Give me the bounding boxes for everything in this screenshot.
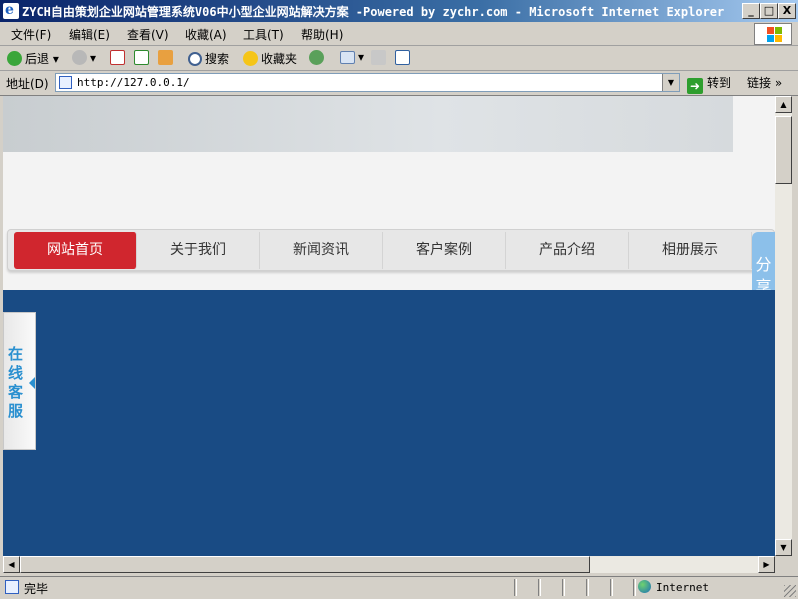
- back-arrow-icon: [7, 51, 22, 66]
- history-icon: [309, 50, 324, 65]
- vertical-scroll-thumb[interactable]: [775, 116, 792, 184]
- mail-icon: [340, 51, 355, 64]
- address-bar: 地址(D) http://127.0.0.1/ ▼ ➜ 转到 链接 »: [0, 70, 798, 96]
- history-button[interactable]: [309, 50, 327, 66]
- scroll-up-button[interactable]: ▲: [775, 96, 792, 113]
- scroll-down-button[interactable]: ▼: [775, 539, 792, 556]
- zone-label: Internet: [656, 581, 709, 594]
- edit-page-button[interactable]: [395, 50, 413, 66]
- favorites-label: 收藏夹: [261, 52, 298, 66]
- header-banner: [3, 96, 733, 152]
- go-button[interactable]: ➜ 转到: [687, 74, 731, 94]
- minimize-button[interactable]: _: [742, 3, 760, 19]
- main-banner: [3, 290, 775, 556]
- maximize-button[interactable]: □: [760, 3, 778, 19]
- ie-logo-icon: e: [3, 2, 19, 19]
- status-divider: [562, 579, 565, 596]
- back-label: 后退: [25, 52, 50, 66]
- site-nav: 网站首页 关于我们 新闻资讯 客户案例 产品介绍 相册展示: [7, 229, 775, 271]
- nav-home[interactable]: 网站首页: [14, 232, 137, 269]
- horizontal-scroll-thumb[interactable]: [20, 556, 590, 573]
- refresh-icon: [134, 50, 149, 65]
- status-text: 完毕: [24, 582, 49, 596]
- windows-logo-icon: [754, 23, 792, 45]
- print-icon: [371, 50, 386, 65]
- favorites-button[interactable]: 收藏夹: [243, 50, 297, 66]
- home-icon: [158, 50, 173, 65]
- address-dropdown-button[interactable]: ▼: [662, 74, 679, 91]
- stop-icon: [110, 50, 125, 65]
- nav-gallery[interactable]: 相册展示: [629, 232, 752, 269]
- refresh-button[interactable]: [134, 50, 152, 66]
- resize-grip[interactable]: [784, 585, 796, 597]
- menu-help[interactable]: 帮助(H): [301, 26, 343, 43]
- go-arrow-icon: ➜: [687, 78, 703, 94]
- edit-page-icon: [395, 50, 410, 65]
- menu-favorites[interactable]: 收藏(A): [185, 26, 227, 43]
- nav-about[interactable]: 关于我们: [137, 232, 260, 269]
- status-divider: [633, 579, 636, 596]
- status-bar: 完毕 Internet: [0, 576, 798, 599]
- online-service-panel[interactable]: 在线客服: [3, 312, 36, 450]
- status-divider: [538, 579, 541, 596]
- nav-cases[interactable]: 客户案例: [383, 232, 506, 269]
- status-divider: [610, 579, 613, 596]
- address-label: 地址(D): [6, 77, 49, 91]
- menu-edit[interactable]: 编辑(E): [69, 26, 110, 43]
- back-button[interactable]: 后退 ▾: [7, 50, 59, 66]
- search-label: 搜索: [205, 52, 230, 66]
- menu-view[interactable]: 查看(V): [127, 26, 169, 43]
- address-input[interactable]: http://127.0.0.1/ ▼: [55, 73, 680, 92]
- page-icon: [59, 76, 72, 89]
- horizontal-scrollbar[interactable]: ◀ ▶: [3, 556, 775, 573]
- close-button[interactable]: X: [778, 3, 796, 19]
- online-service-label: 在线客服: [8, 345, 24, 420]
- scroll-right-button[interactable]: ▶: [758, 556, 775, 573]
- page-status-icon: [5, 580, 19, 594]
- links-button[interactable]: 链接 »: [747, 74, 782, 91]
- security-zone: Internet: [638, 580, 709, 594]
- search-icon: [188, 52, 202, 66]
- scroll-left-button[interactable]: ◀: [3, 556, 20, 573]
- forward-button[interactable]: ▾: [72, 50, 96, 66]
- expand-arrow-icon: [29, 377, 35, 389]
- print-button[interactable]: [371, 50, 389, 66]
- title-bar: e ZYCH自由策划企业网站管理系统V06中小型企业网站解决方案 -Powere…: [0, 0, 798, 22]
- status-divider: [586, 579, 589, 596]
- window-title: ZYCH自由策划企业网站管理系统V06中小型企业网站解决方案 -Powered …: [22, 5, 725, 19]
- nav-products[interactable]: 产品介绍: [506, 232, 629, 269]
- nav-news[interactable]: 新闻资讯: [260, 232, 383, 269]
- address-url: http://127.0.0.1/: [77, 76, 190, 89]
- star-icon: [243, 51, 258, 66]
- forward-arrow-icon: [72, 50, 87, 65]
- mail-button[interactable]: ▾: [340, 50, 364, 66]
- search-button[interactable]: 搜索: [188, 50, 229, 66]
- globe-icon: [638, 580, 651, 593]
- scroll-corner: [775, 556, 792, 573]
- menu-bar: 文件(F) 编辑(E) 查看(V) 收藏(A) 工具(T) 帮助(H): [0, 22, 798, 46]
- stop-button[interactable]: [110, 50, 128, 66]
- menu-file[interactable]: 文件(F): [11, 26, 51, 43]
- home-button[interactable]: [158, 50, 176, 66]
- menu-tools[interactable]: 工具(T): [243, 26, 284, 43]
- vertical-scrollbar[interactable]: ▲ ▼: [775, 96, 792, 556]
- page-viewport: 网站首页 关于我们 新闻资讯 客户案例 产品介绍 相册展示 分享 在线客服: [3, 96, 775, 556]
- standard-toolbar: 后退 ▾ ▾ 搜索 收藏夹 ▾: [0, 46, 798, 71]
- status-divider: [514, 579, 517, 596]
- go-label: 转到: [707, 76, 732, 90]
